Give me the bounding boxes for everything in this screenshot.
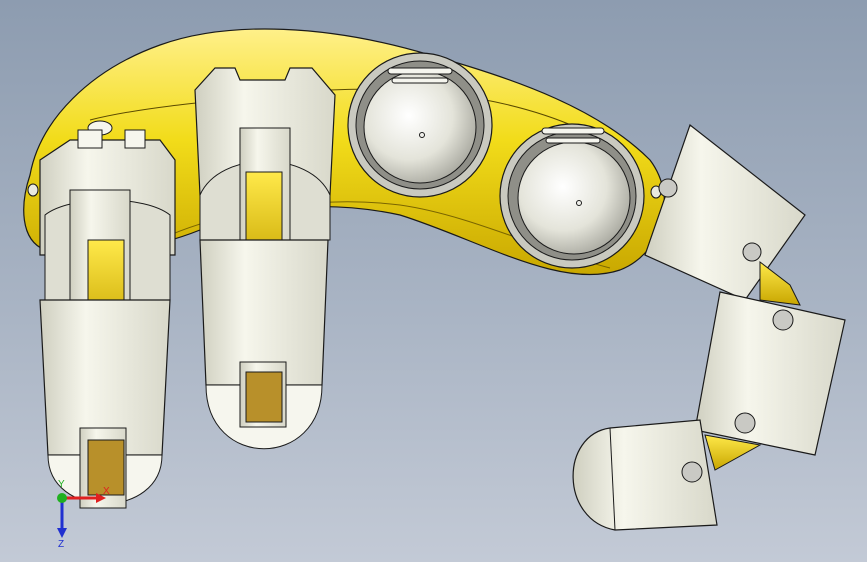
coordinate-triad: X Y Z (57, 479, 110, 548)
cad-viewport[interactable]: X Y Z (0, 0, 867, 562)
z-axis-arrowhead (57, 528, 67, 538)
robotic-hand-model[interactable] (0, 0, 867, 562)
ball-socket-2[interactable] (499, 123, 645, 269)
finger-middle[interactable] (194, 67, 336, 450)
z-axis-label: Z (58, 539, 64, 548)
y-axis-marker (57, 493, 67, 503)
finger-left[interactable] (39, 129, 176, 509)
y-axis-label: Y (58, 479, 65, 490)
x-axis-label: X (103, 486, 110, 497)
ball-socket-1[interactable] (347, 52, 493, 198)
